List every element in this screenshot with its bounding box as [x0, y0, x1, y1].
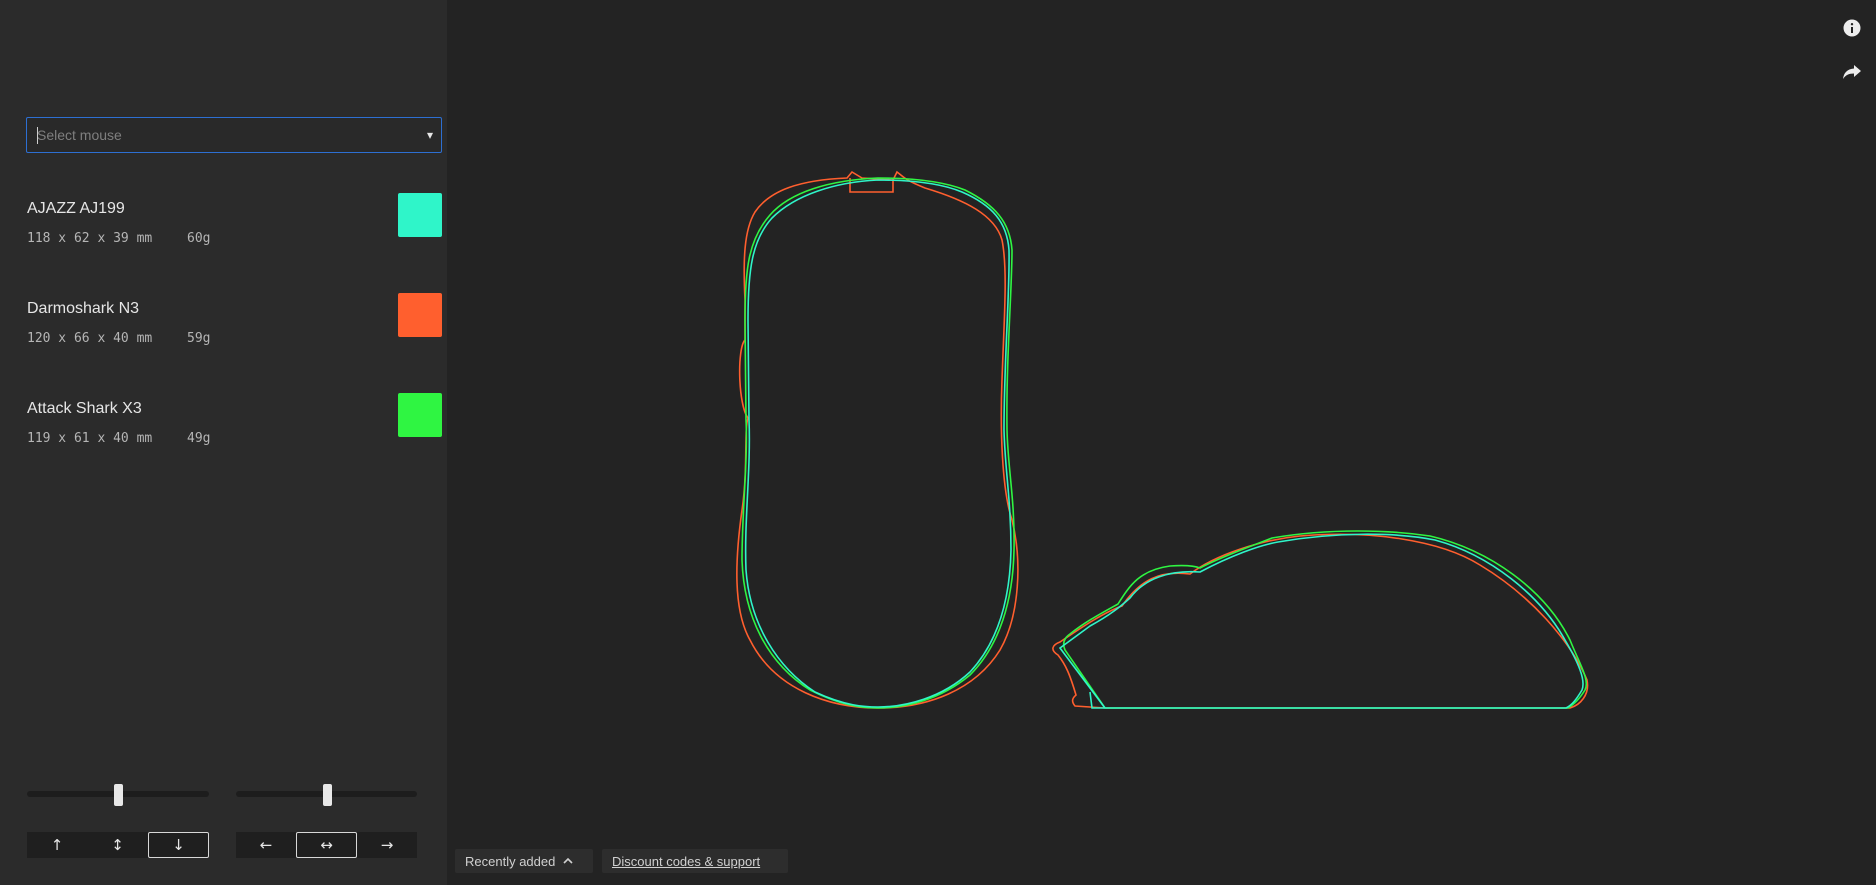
align-center-button[interactable]: ↔: [296, 832, 357, 858]
arrow-down-icon: ↓: [172, 836, 185, 854]
mouse-entry: Darmoshark N3 120 x 66 x 40 mm 59g: [27, 293, 442, 360]
color-swatch[interactable]: [398, 293, 442, 337]
arrows-vertical-icon: ↕: [111, 836, 124, 854]
arrow-left-icon: ←: [259, 836, 273, 854]
top-view-outline-attack-shark: [741, 177, 1015, 709]
mouse-select[interactable]: ▾: [26, 117, 442, 153]
sidebar: ▾ AJAZZ AJ199 118 x 62 x 39 mm 60g Darmo…: [0, 0, 447, 885]
share-icon[interactable]: [1842, 62, 1862, 82]
mouse-name: AJAZZ AJ199: [27, 200, 125, 217]
align-bottom-button[interactable]: ↓: [148, 832, 209, 858]
mouse-dimensions: 118 x 62 x 39 mm: [27, 231, 153, 246]
share-icon-graphic: [1843, 65, 1861, 79]
color-swatch[interactable]: [398, 193, 442, 237]
chevron-down-icon[interactable]: ▾: [423, 126, 437, 144]
outline-drawing: [736, 170, 1589, 709]
mouse-dimensions: 120 x 66 x 40 mm: [27, 331, 153, 346]
mouse-weight: 60g: [187, 231, 211, 246]
discount-codes-support-link[interactable]: Discount codes & support: [612, 854, 760, 869]
slider-handle[interactable]: [114, 784, 123, 806]
mouse-entry: Attack Shark X3 119 x 61 x 40 mm 49g: [27, 393, 442, 460]
info-icon[interactable]: [1842, 18, 1862, 38]
comparison-canvas: [447, 0, 1876, 885]
color-swatch[interactable]: [398, 393, 442, 437]
arrows-horizontal-icon: ↔: [320, 836, 333, 854]
arrow-up-icon: ↑: [50, 836, 64, 854]
horizontal-offset-slider[interactable]: [236, 784, 417, 806]
side-view-outline-attack-shark: [1062, 530, 1588, 709]
slider-handle[interactable]: [322, 784, 332, 806]
mouse-entry: AJAZZ AJ199 118 x 62 x 39 mm 60g: [27, 193, 442, 260]
recently-added-label: Recently added: [465, 853, 556, 869]
align-middle-button[interactable]: ↕: [87, 832, 148, 858]
info-icon-graphic: [1843, 19, 1861, 37]
chevron-up-icon: [563, 855, 573, 867]
vertical-offset-slider[interactable]: [27, 784, 209, 806]
top-view-outline-ajazz: [744, 179, 1012, 708]
recently-added-button[interactable]: Recently added: [455, 849, 593, 873]
mouse-name: Darmoshark N3: [27, 300, 140, 317]
mouse-weight: 49g: [187, 431, 211, 446]
side-view-outline-darmoshark: [1052, 533, 1589, 709]
text-cursor: [37, 127, 38, 144]
mouse-dimensions: 119 x 61 x 40 mm: [27, 431, 153, 446]
mouse-name: Attack Shark X3: [27, 400, 142, 417]
horizontal-align-group: ← ↔ →: [236, 832, 417, 858]
align-left-button[interactable]: ←: [236, 832, 296, 858]
mouse-search-input[interactable]: [35, 118, 409, 152]
arrow-right-icon: →: [380, 836, 394, 854]
align-top-button[interactable]: ↑: [27, 832, 87, 858]
top-view-outline-darmoshark: [736, 170, 1019, 709]
mouse-weight: 59g: [187, 331, 211, 346]
align-right-button[interactable]: →: [357, 832, 417, 858]
side-view-outline-ajazz: [1058, 533, 1584, 709]
discount-support-chip: Discount codes & support: [602, 849, 788, 873]
vertical-align-group: ↑ ↕ ↓: [27, 832, 209, 858]
